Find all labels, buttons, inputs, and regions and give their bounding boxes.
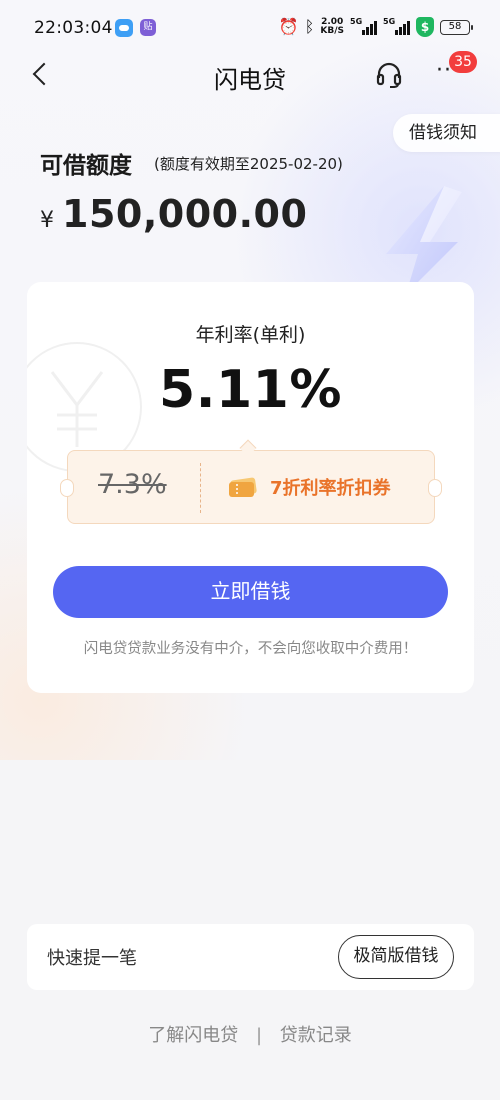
quick-withdraw-row: 快速提一笔 极简版借钱	[27, 924, 474, 990]
lightning-decoration-icon	[386, 186, 462, 294]
footer-links: 了解闪电贷 | 贷款记录	[0, 1021, 500, 1047]
notification-app-icon: 贴	[140, 19, 156, 36]
page-title: 闪电贷	[214, 66, 286, 94]
credit-amount: ¥ 150,000.00	[40, 192, 307, 236]
borrow-notice-tab[interactable]: 借钱须知	[393, 114, 500, 152]
original-rate: 7.3%	[98, 469, 167, 500]
battery-icon: 58	[440, 19, 473, 35]
credit-limit-label: 可借额度	[40, 153, 132, 179]
borrow-now-button[interactable]: 立即借钱	[53, 566, 448, 618]
annual-rate-value: 5.11%	[159, 360, 342, 420]
status-time: 22:03:04	[34, 18, 113, 38]
security-shield-icon: $	[416, 17, 434, 37]
annual-rate-label: 年利率(单利)	[195, 324, 306, 346]
footer-separator: |	[255, 1025, 263, 1046]
sim1-label: 5G	[350, 17, 363, 26]
status-icons: ⏰ ᛒ 2.00 KB/S 5G 5G $ 58	[278, 17, 473, 37]
notification-badge: 35	[449, 51, 477, 73]
discount-coupon[interactable]: 7.3% 7折利率折扣券	[60, 450, 442, 524]
weather-app-icon	[115, 19, 133, 37]
status-bar: 22:03:04 贴 ⏰ ᛒ 2.00 KB/S 5G 5G $ 58	[0, 0, 500, 58]
sim2-label: 5G	[383, 17, 396, 26]
no-agent-disclaimer: 闪电贷贷款业务没有中介，不会向您收取中介费用！	[83, 641, 418, 657]
simple-borrow-button[interactable]: 极简版借钱	[338, 935, 454, 979]
bluetooth-icon: ᛒ	[304, 17, 315, 36]
quick-withdraw-label: 快速提一笔	[47, 948, 137, 969]
signal-icon-sim2: 5G	[383, 17, 410, 35]
loan-records-link[interactable]: 贷款记录	[280, 1025, 352, 1046]
network-speed: 2.00 KB/S	[320, 18, 344, 36]
loan-offer-card: 年利率(单利) 5.11% 7.3% 7折利率折扣券 立即借钱 闪电贷贷款业务没…	[27, 282, 474, 693]
about-loan-link[interactable]: 了解闪电贷	[148, 1025, 238, 1046]
alarm-icon: ⏰	[278, 17, 299, 36]
credit-amount-value: 150,000.00	[62, 192, 308, 236]
credit-validity: (额度有效期至2025-02-20)	[154, 155, 343, 173]
currency-symbol: ¥	[40, 208, 54, 233]
network-speed-unit: KB/S	[320, 26, 344, 36]
coupon-text: 7折利率折扣券	[270, 478, 391, 499]
ticket-icon	[229, 477, 257, 497]
headset-icon	[376, 62, 402, 88]
customer-service-button[interactable]	[374, 60, 408, 90]
signal-icon-sim1: 5G	[350, 17, 377, 35]
